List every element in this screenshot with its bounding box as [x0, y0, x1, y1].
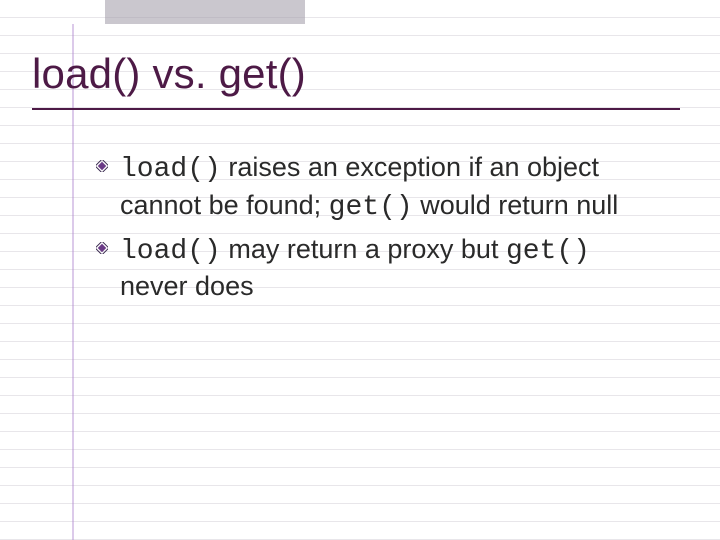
slide-body: load() raises an exception if an object …	[96, 150, 664, 310]
notebook-margin-line	[72, 24, 74, 540]
code-snippet: get()	[506, 236, 590, 267]
bullet-item: load() raises an exception if an object …	[96, 150, 664, 226]
top-decorative-tab	[105, 0, 305, 24]
title-underline	[32, 108, 680, 110]
bullet-text: load() may return a proxy but get() neve…	[120, 234, 590, 302]
bullet-text: load() raises an exception if an object …	[120, 152, 618, 220]
code-snippet: get()	[329, 192, 413, 223]
bullet-item: load() may return a proxy but get() neve…	[96, 232, 664, 304]
diamond-bullet-icon	[96, 160, 108, 172]
slide-title: load() vs. get()	[32, 50, 680, 98]
text-run: may return a proxy but	[221, 234, 506, 264]
code-snippet: load()	[120, 236, 221, 267]
text-run: would return null	[413, 190, 619, 220]
diamond-bullet-icon	[96, 242, 108, 254]
slide: load() vs. get() load() raises an except…	[0, 0, 720, 540]
code-snippet: load()	[120, 154, 221, 185]
text-run: never does	[120, 271, 254, 301]
